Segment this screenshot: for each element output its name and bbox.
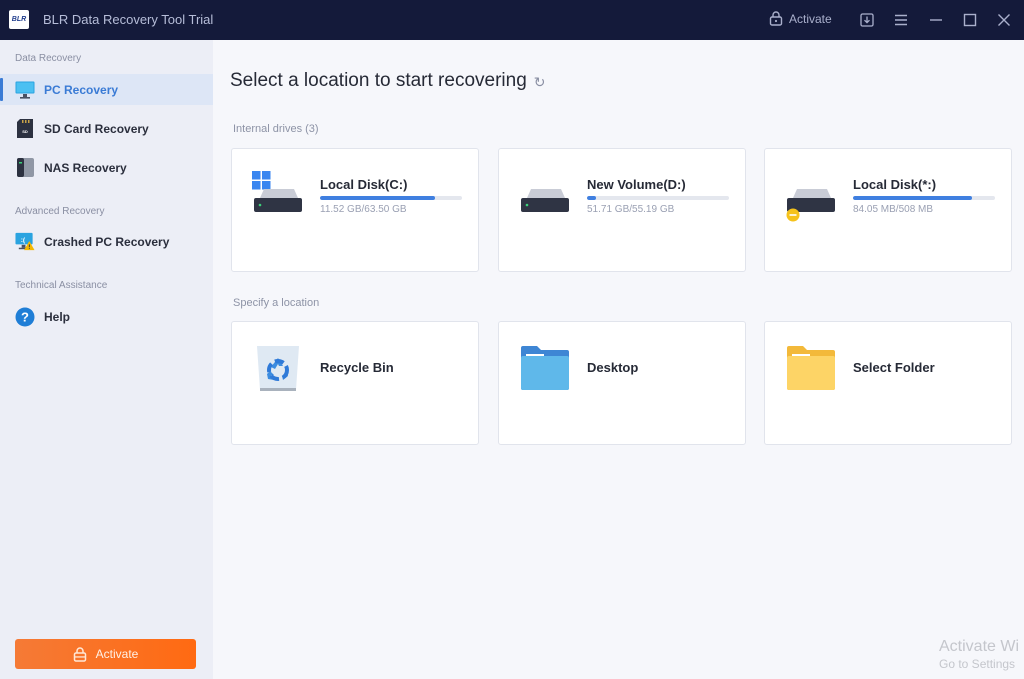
minimize-icon xyxy=(930,19,942,21)
drive-size: 51.71 GB/55.19 GB xyxy=(587,204,675,215)
sidebar-item-sd-card-recovery[interactable]: SD SD Card Recovery xyxy=(0,113,213,144)
drive-card-c[interactable]: Local Disk(C:) 11.52 GB/63.50 GB xyxy=(231,148,479,272)
drive-icon xyxy=(519,171,571,219)
sd-card-icon: SD xyxy=(15,119,35,139)
drive-warning-icon xyxy=(785,171,837,222)
sidebar-item-crashed-pc-recovery[interactable]: :( Crashed PC Recovery xyxy=(0,226,213,257)
app-title: BLR Data Recovery Tool Trial xyxy=(43,12,214,27)
section-label-advanced-recovery: Advanced Recovery xyxy=(15,206,105,217)
drive-usage-fill xyxy=(853,196,973,200)
lock-icon xyxy=(769,11,783,26)
recycle-bin-icon xyxy=(252,344,304,392)
main-panel: Select a location to start recovering ↻ … xyxy=(213,40,1024,679)
close-icon xyxy=(998,14,1010,26)
refresh-icon[interactable]: ↻ xyxy=(534,74,546,91)
sidebar-item-label: Help xyxy=(44,309,71,324)
drive-usage-bar xyxy=(853,196,995,200)
nas-icon xyxy=(15,158,35,178)
location-name: Recycle Bin xyxy=(320,360,394,375)
sidebar-item-label: SD Card Recovery xyxy=(44,121,149,136)
titlebar-activate-button[interactable]: Activate xyxy=(769,11,832,26)
titlebar-activate-label: Activate xyxy=(789,11,832,26)
location-name: Select Folder xyxy=(853,360,935,375)
drive-usage-fill xyxy=(587,196,596,200)
drive-name: Local Disk(*:) xyxy=(853,177,937,192)
windows-drive-icon xyxy=(252,171,304,219)
drive-size: 11.52 GB/63.50 GB xyxy=(320,204,407,215)
sidebar-item-label: Crashed PC Recovery xyxy=(44,234,170,249)
watermark-line2: Go to Settings xyxy=(939,657,1016,671)
minimize-button[interactable] xyxy=(924,8,948,32)
drive-name: New Volume(D:) xyxy=(587,177,686,192)
activate-button[interactable]: Activate xyxy=(15,639,196,669)
svg-text:SD: SD xyxy=(22,129,28,134)
sidebar-item-label: PC Recovery xyxy=(44,82,119,97)
lock-icon xyxy=(73,646,86,662)
location-card-desktop[interactable]: Desktop xyxy=(498,321,746,445)
drive-usage-bar xyxy=(320,196,462,200)
download-button[interactable] xyxy=(855,8,879,32)
app-logo: BLR xyxy=(9,10,29,29)
drive-card-star[interactable]: Local Disk(*:) 84.05 MB/508 MB xyxy=(764,148,1012,272)
maximize-button[interactable] xyxy=(958,8,982,32)
drive-card-d[interactable]: New Volume(D:) 51.71 GB/55.19 GB xyxy=(498,148,746,272)
drive-name: Local Disk(C:) xyxy=(320,177,408,192)
sidebar-item-label: NAS Recovery xyxy=(44,160,127,175)
sidebar-item-pc-recovery[interactable]: PC Recovery xyxy=(0,74,213,105)
page-title: Select a location to start recovering ↻ xyxy=(230,70,546,92)
specify-location-label: Specify a location xyxy=(233,297,320,309)
section-label-data-recovery: Data Recovery xyxy=(15,53,82,64)
location-card-select-folder[interactable]: Select Folder xyxy=(764,321,1012,445)
internal-drives-label: Internal drives (3) xyxy=(233,123,319,135)
download-icon xyxy=(860,13,874,27)
drive-usage-fill xyxy=(320,196,436,200)
drive-usage-bar xyxy=(587,196,729,200)
sidebar-item-help[interactable]: ? Help xyxy=(0,301,213,332)
svg-text::(: :( xyxy=(21,237,26,244)
folder-icon xyxy=(785,344,837,392)
page-title-text: Select a location to start recovering xyxy=(230,70,527,91)
sidebar-item-nas-recovery[interactable]: NAS Recovery xyxy=(0,152,213,183)
windows-activation-watermark: Activate Wi Go to Settings xyxy=(939,638,1019,671)
menu-icon xyxy=(895,14,907,26)
section-label-technical-assistance: Technical Assistance xyxy=(15,280,108,291)
activate-button-label: Activate xyxy=(95,647,139,661)
sidebar: Data Recovery PC Recovery SD SD Card Rec… xyxy=(0,40,213,679)
menu-button[interactable] xyxy=(889,8,913,32)
location-name: Desktop xyxy=(587,360,639,375)
crashed-pc-icon: :( xyxy=(15,232,35,252)
maximize-icon xyxy=(963,13,977,27)
location-card-recycle-bin[interactable]: Recycle Bin xyxy=(231,321,479,445)
drive-size: 84.05 MB/508 MB xyxy=(853,204,934,215)
close-button[interactable] xyxy=(992,8,1016,32)
help-icon: ? xyxy=(15,307,35,327)
watermark-line1: Activate Wi xyxy=(939,638,1020,655)
monitor-icon xyxy=(15,80,35,100)
svg-text:?: ? xyxy=(21,309,29,324)
title-bar: BLR BLR Data Recovery Tool Trial Activat… xyxy=(0,0,1024,40)
desktop-folder-icon xyxy=(519,344,571,392)
